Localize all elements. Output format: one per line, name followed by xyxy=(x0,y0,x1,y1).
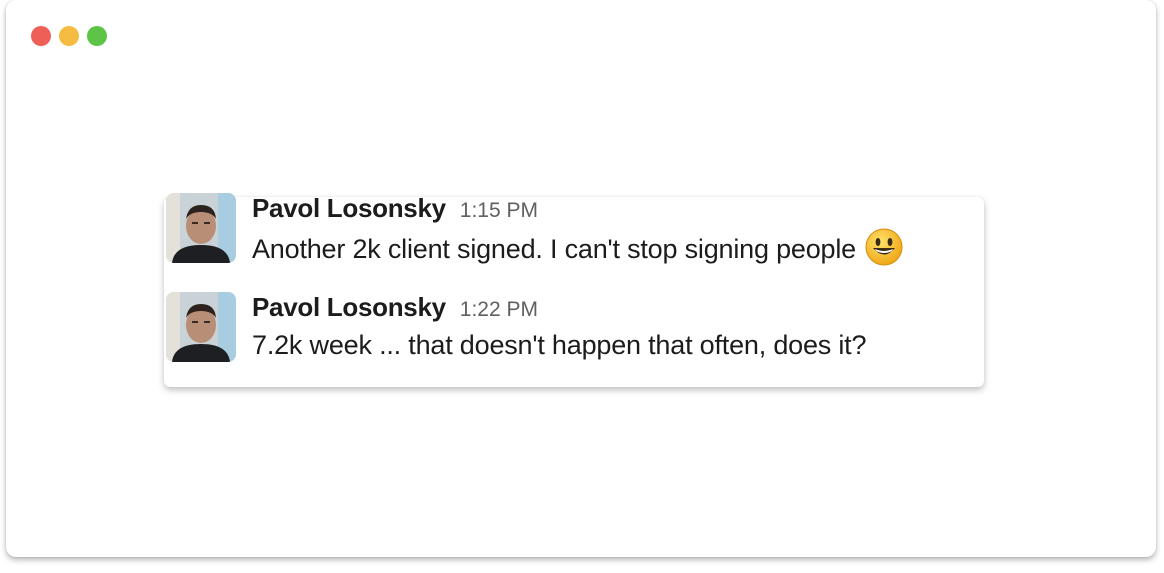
author-name[interactable]: Pavol Losonsky xyxy=(252,193,446,224)
avatar[interactable] xyxy=(166,292,236,362)
message-body: 7.2k week ... that doesn't happen that o… xyxy=(252,330,867,360)
avatar[interactable] xyxy=(166,193,236,263)
message-header: Pavol Losonsky 1:22 PM xyxy=(252,292,538,322)
message-body: Another 2k client signed. I can't stop s… xyxy=(252,233,856,264)
timestamp[interactable]: 1:22 PM xyxy=(460,298,538,322)
grinning-face-emoji-icon xyxy=(864,227,904,267)
avatar-photo xyxy=(166,292,236,362)
message-text: Another 2k client signed. I can't stop s… xyxy=(252,228,904,267)
author-name[interactable]: Pavol Losonsky xyxy=(252,292,446,323)
timestamp[interactable]: 1:15 PM xyxy=(460,199,538,223)
message-card: Pavol Losonsky 1:15 PM Another 2k client… xyxy=(164,193,984,387)
message-text: 7.2k week ... that doesn't happen that o… xyxy=(252,330,866,361)
close-window-button[interactable] xyxy=(31,26,51,46)
window-controls xyxy=(31,26,107,46)
minimize-window-button[interactable] xyxy=(59,26,79,46)
avatar-photo xyxy=(166,193,236,263)
maximize-window-button[interactable] xyxy=(87,26,107,46)
message-header: Pavol Losonsky 1:15 PM xyxy=(252,193,538,223)
